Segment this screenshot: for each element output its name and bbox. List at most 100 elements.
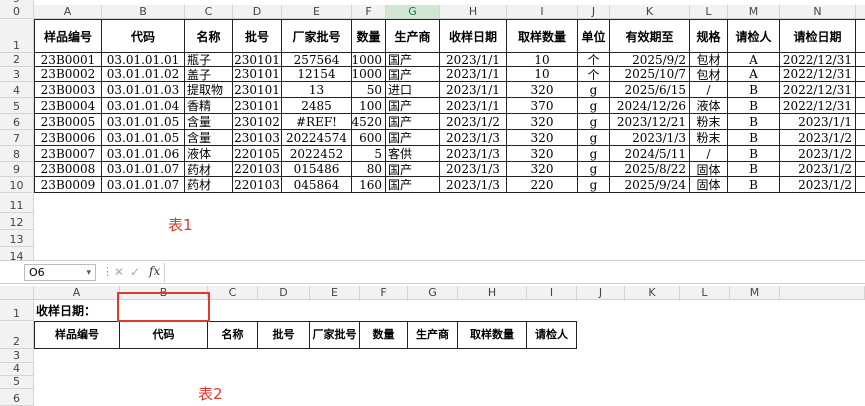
row-number[interactable]: 9	[0, 162, 34, 177]
table-cell[interactable]: 2022/12/31	[780, 67, 856, 82]
table-cell[interactable]	[856, 162, 865, 177]
column-header-next[interactable]	[856, 5, 865, 19]
column-header-b[interactable]: B	[102, 5, 185, 19]
row-number[interactable]: 3	[0, 67, 34, 82]
row-number[interactable]: 1	[0, 300, 34, 321]
table-cell[interactable]: 2023/1/3	[610, 130, 690, 146]
table-cell[interactable]: 230102	[233, 114, 282, 130]
table-cell[interactable]: B	[728, 146, 780, 162]
column-header-i[interactable]: I	[507, 5, 578, 19]
table-cell[interactable]: 320	[507, 82, 578, 98]
table-cell[interactable]: 2023/1/2	[780, 146, 856, 162]
table-cell[interactable]: 23B0007	[34, 146, 102, 162]
table-cell[interactable]: 03.01.01.02	[102, 67, 185, 82]
table-cell[interactable]: 03.01.01.04	[102, 98, 185, 114]
table-cell[interactable]: 2023/1/1	[440, 98, 507, 114]
table-cell[interactable]: 320	[507, 130, 578, 146]
table-cell[interactable]: 015486	[282, 162, 352, 177]
table-cell[interactable]: B	[728, 98, 780, 114]
column-header-f[interactable]: F	[360, 286, 408, 300]
column-header-h[interactable]: H	[440, 5, 507, 19]
table-cell[interactable]: 045864	[282, 177, 352, 193]
table-cell[interactable]: 03.01.01.05	[102, 114, 185, 130]
table-cell[interactable]: 230101	[233, 98, 282, 114]
table-cell[interactable]: 230103	[233, 130, 282, 146]
table-cell[interactable]: g	[578, 162, 610, 177]
table-cell[interactable]: 2025/6/15	[610, 82, 690, 98]
table-cell[interactable]: 国产	[386, 162, 440, 177]
table-cell[interactable]: 液体	[185, 146, 233, 162]
table-cell[interactable]: 230101	[233, 67, 282, 82]
table-cell[interactable]	[856, 53, 865, 67]
column-header-l[interactable]: L	[680, 286, 730, 300]
column-header-m[interactable]: M	[728, 5, 780, 19]
table-cell[interactable]	[856, 82, 865, 98]
table-cell[interactable]: 10	[507, 67, 578, 82]
table-cell[interactable]: /	[690, 146, 728, 162]
table-cell[interactable]: 2023/1/3	[440, 130, 507, 146]
table-cell[interactable]: 盖子	[185, 67, 233, 82]
table-cell[interactable]: 03.01.01.07	[102, 177, 185, 193]
table-cell[interactable]: 4520	[352, 114, 386, 130]
fx-icon[interactable]: fx	[149, 264, 160, 278]
table-cell[interactable]: 220	[507, 177, 578, 193]
table-cell[interactable]: 国产	[386, 98, 440, 114]
table-cell[interactable]: 257564	[282, 53, 352, 67]
row-number[interactable]: 3	[0, 349, 34, 363]
table-cell[interactable]: 2022/12/31	[780, 82, 856, 98]
table-cell[interactable]: 香精	[185, 98, 233, 114]
column-header-e[interactable]: E	[310, 286, 360, 300]
table-cell[interactable]: g	[578, 114, 610, 130]
table-cell[interactable]: 2023/1/1	[780, 114, 856, 130]
column-header-c[interactable]: C	[185, 5, 233, 19]
table-cell[interactable]: 320	[507, 162, 578, 177]
row-number[interactable]: 13	[0, 230, 34, 247]
table-cell[interactable]: B	[728, 130, 780, 146]
table-cell[interactable]: 03.01.01.03	[102, 82, 185, 98]
column-header-e[interactable]: E	[282, 5, 352, 19]
table-cell[interactable]: B	[728, 114, 780, 130]
table-cell[interactable]: 2024/12/26	[610, 98, 690, 114]
table-cell[interactable]: g	[578, 130, 610, 146]
row-number[interactable]: 2	[0, 53, 34, 67]
column-header-m[interactable]: M	[730, 286, 780, 300]
table-cell[interactable]: 2023/1/2	[780, 130, 856, 146]
table-cell[interactable]: 23B0004	[34, 98, 102, 114]
table-cell[interactable]: 230101	[233, 82, 282, 98]
table-cell[interactable]: 600	[352, 130, 386, 146]
table-cell[interactable]: 2023/12/21	[610, 114, 690, 130]
table-cell[interactable]: 粉末	[690, 114, 728, 130]
table-cell[interactable]: 药材	[185, 162, 233, 177]
table-cell[interactable]: g	[578, 82, 610, 98]
table-cell[interactable]: 含量	[185, 114, 233, 130]
table-cell[interactable]: 23B0005	[34, 114, 102, 130]
table-cell[interactable]: 固体	[690, 177, 728, 193]
table-cell[interactable]: 2022452	[282, 146, 352, 162]
row-number[interactable]: 6	[0, 114, 34, 130]
table-cell[interactable]: 包材	[690, 67, 728, 82]
table-cell[interactable]: 160	[352, 177, 386, 193]
table-cell[interactable]: 100	[352, 98, 386, 114]
table-cell[interactable]: 23B0001	[34, 53, 102, 67]
row-number[interactable]: 8	[0, 146, 34, 162]
table-cell[interactable]: 320	[507, 114, 578, 130]
table-cell[interactable]: 液体	[690, 98, 728, 114]
table-cell[interactable]: 含量	[185, 130, 233, 146]
table-cell[interactable]: g	[578, 98, 610, 114]
column-header-c[interactable]: C	[208, 286, 258, 300]
row-number[interactable]: 10	[0, 177, 34, 193]
column-header-k[interactable]: K	[610, 5, 690, 19]
table-cell[interactable]: 2023/1/2	[780, 177, 856, 193]
table-cell[interactable]: 国产	[386, 130, 440, 146]
row-number[interactable]: 7	[0, 130, 34, 146]
row-number[interactable]: 5	[0, 98, 34, 114]
table-cell[interactable]: 03.01.01.07	[102, 162, 185, 177]
table-cell[interactable]: 2025/8/22	[610, 162, 690, 177]
column-header-a[interactable]: A	[34, 286, 120, 300]
confirm-icon[interactable]: ✓	[130, 265, 140, 279]
table-cell[interactable]	[856, 177, 865, 193]
row-number[interactable]: 2	[0, 321, 34, 349]
table-cell[interactable]: B	[728, 82, 780, 98]
table-cell[interactable]: #REF!	[282, 114, 352, 130]
more-options-icon[interactable]: ⋮	[102, 265, 113, 278]
